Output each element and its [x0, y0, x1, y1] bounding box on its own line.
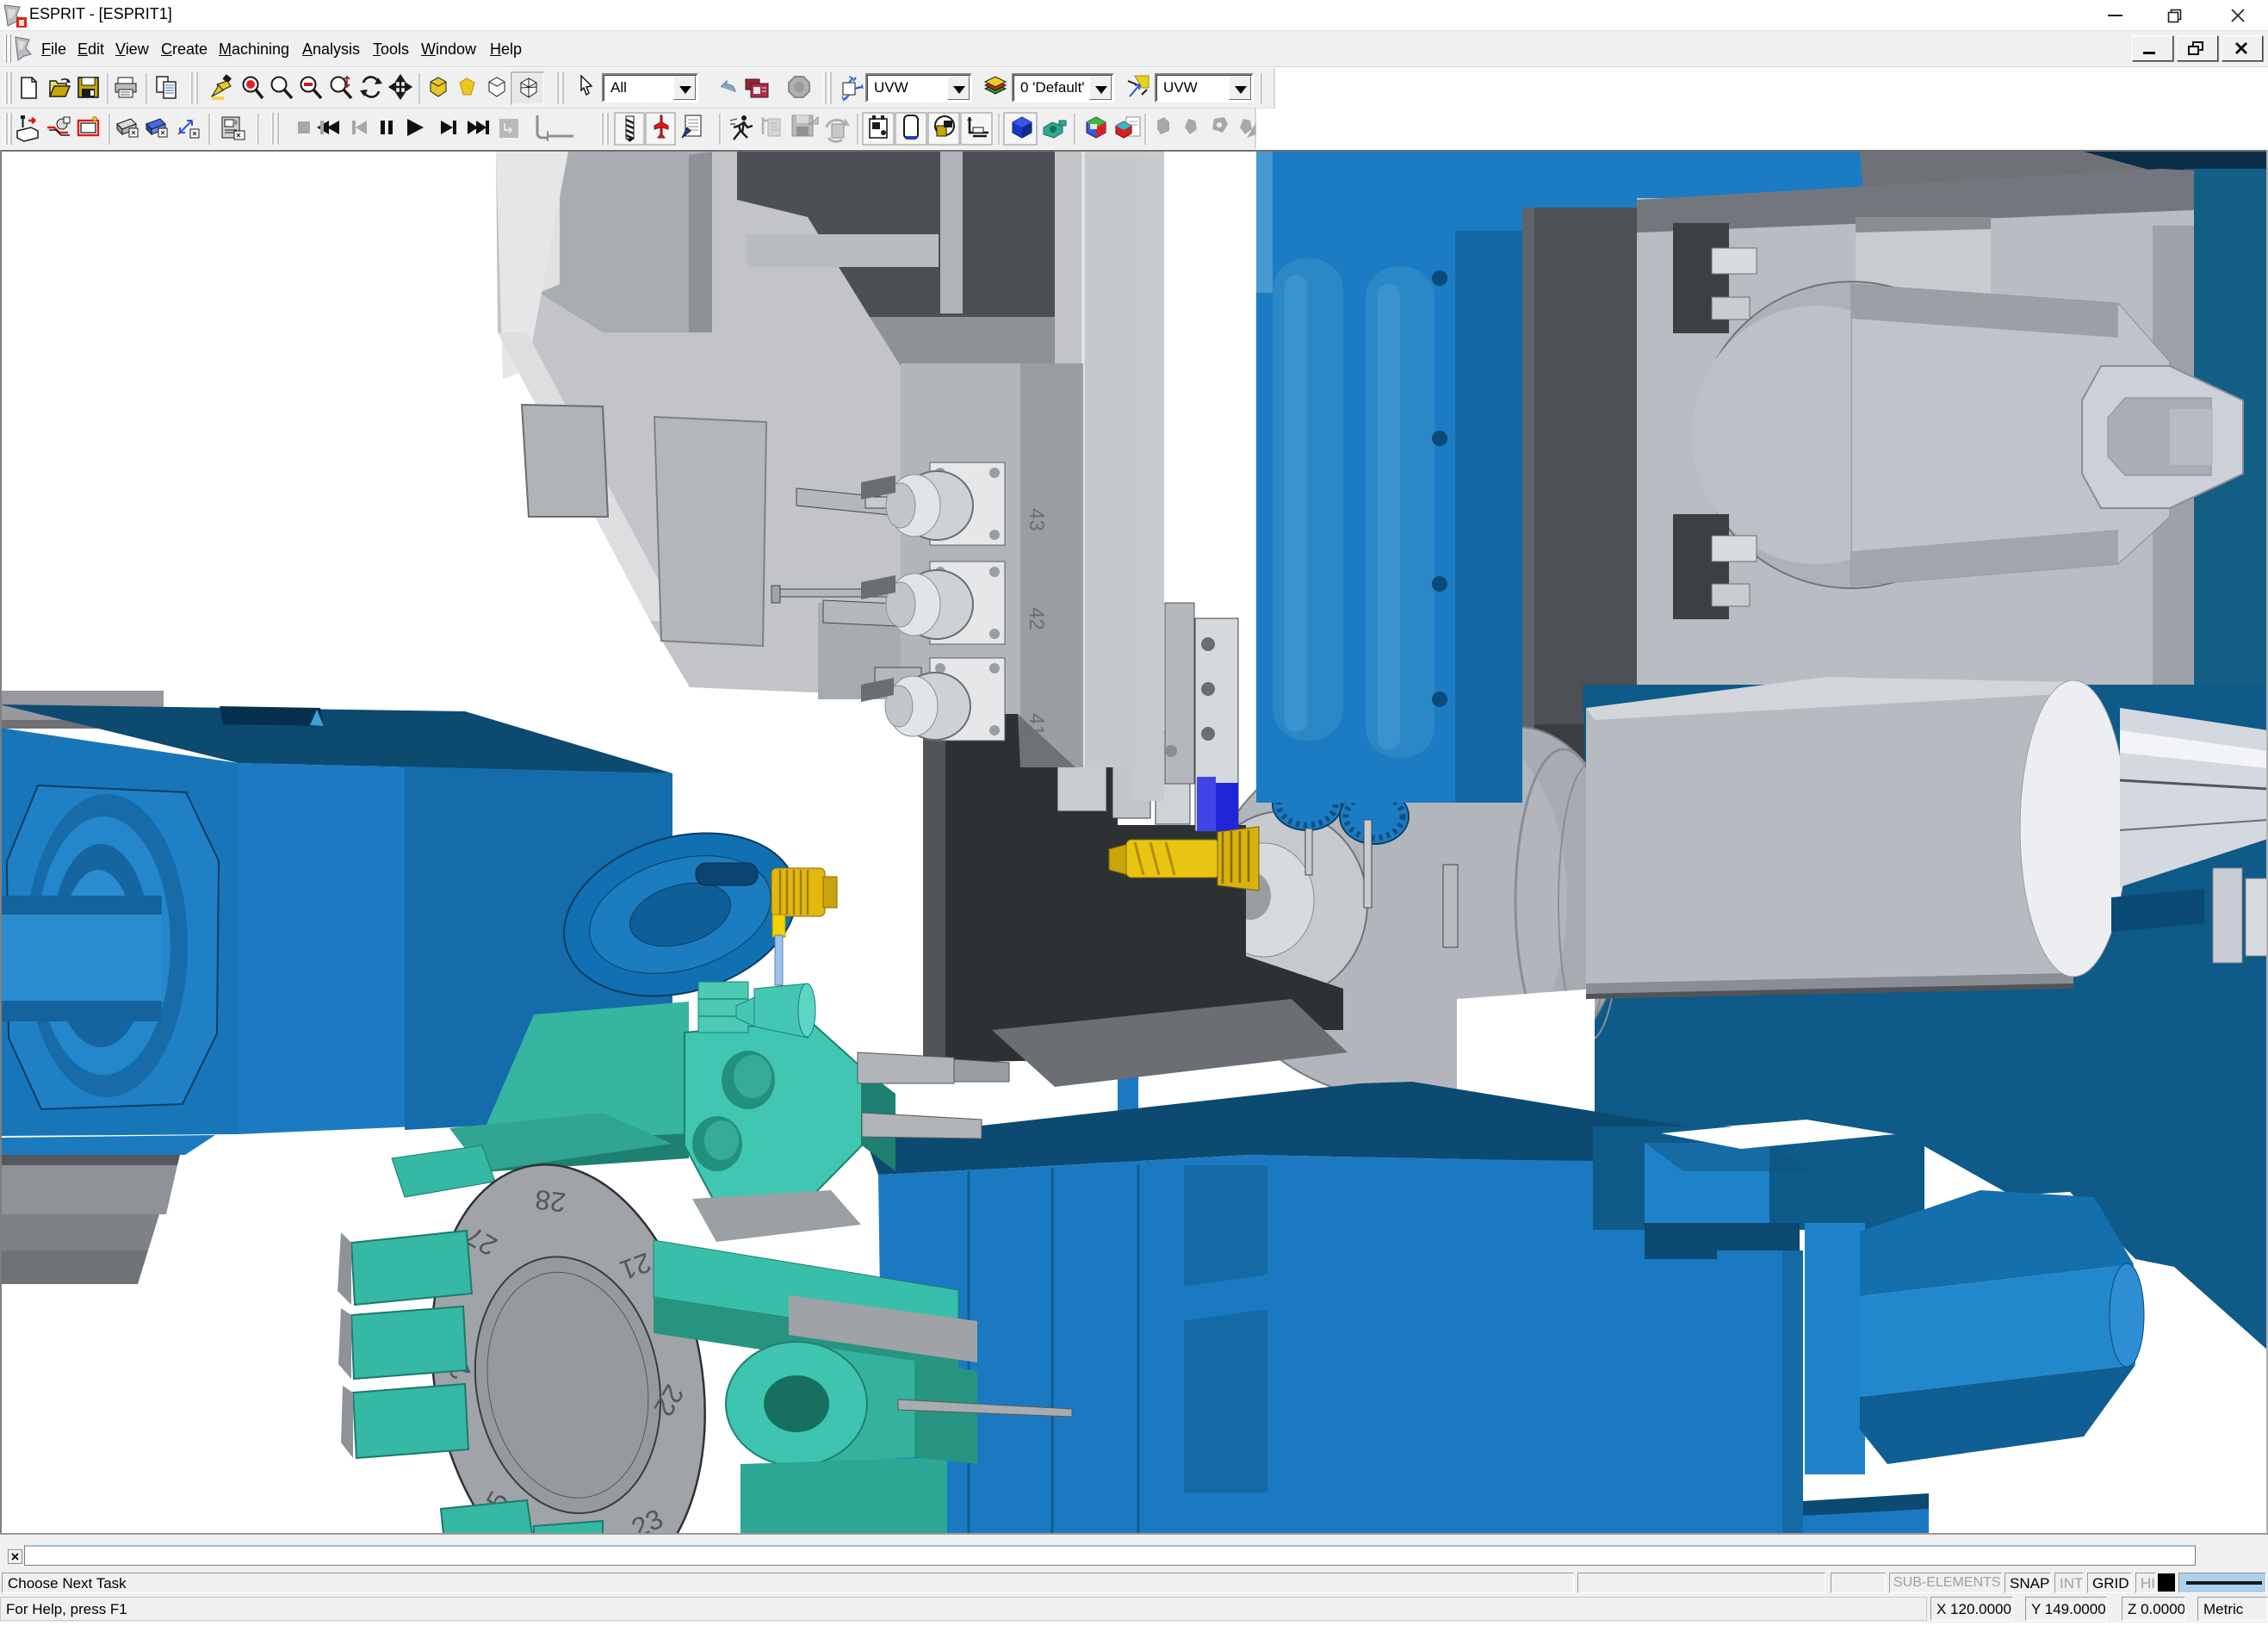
- svg-text:43: 43: [1025, 508, 1048, 531]
- svg-text:41: 41: [1025, 713, 1048, 736]
- svg-text:28: 28: [533, 1184, 567, 1219]
- svg-text:42: 42: [1025, 607, 1048, 630]
